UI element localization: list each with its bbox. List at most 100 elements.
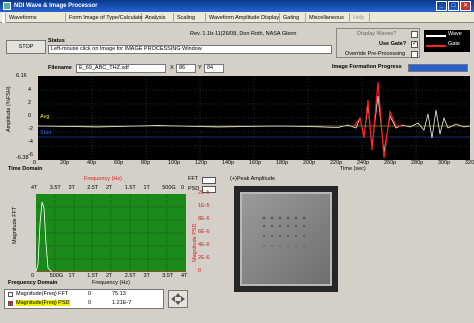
freq-bottom-tick: 4T	[181, 273, 188, 279]
tab-form-image[interactable]: Form Image of Type/Calculate	[66, 13, 143, 23]
freq-bottom-tick: 1.5T	[87, 273, 99, 279]
frequency-domain-plot: Frequency (Hz) 4T 3.5T 3T 2.5T 2T 1.5T 1T 500G 0…	[2, 174, 224, 286]
tab-miscellaneous[interactable]: Miscellaneous	[306, 13, 350, 23]
gate-trace	[353, 81, 402, 159]
freq-xlabel: Frequency (Hz)	[92, 280, 130, 286]
freq-top-tick: 3.5T	[49, 185, 61, 191]
time-ytick-bottom: -6.38	[16, 155, 29, 161]
override-checkbox[interactable]	[411, 51, 418, 58]
close-button[interactable]: ×	[460, 1, 471, 11]
freq-plot-area[interactable]	[36, 194, 186, 272]
time-xtick: 280p	[411, 160, 424, 166]
time-xtick: 120p	[195, 160, 208, 166]
time-xtick: 180p	[276, 160, 289, 166]
legend-row-fft[interactable]: Magnitude(Freq) FFT 0 75.13	[6, 291, 164, 299]
progress-label: Image Formation Progress	[332, 64, 402, 70]
freq-top-tick: 3T	[68, 185, 75, 191]
freq-bottom-tick: 1T	[68, 273, 75, 279]
time-grid	[38, 76, 470, 160]
time-xtick: 100p	[168, 160, 181, 166]
freq-grid	[36, 194, 186, 272]
freq-bottom-tick: 2T	[106, 273, 113, 279]
freq-top-tick: 4T	[31, 185, 38, 191]
revision-text: Rev. 1.1b-11(26/08, Don Roth, NASA Glenn	[190, 31, 297, 37]
filename-label: Filename	[48, 65, 72, 71]
freq-domain-title: Frequency Domain	[8, 280, 58, 286]
time-ytick: -2	[28, 126, 33, 132]
freq-svg	[36, 194, 186, 272]
freq-top-tick: 500G	[162, 185, 176, 191]
freq-top-tick: 0	[181, 185, 185, 191]
specimen-dots	[262, 216, 306, 247]
progress-fill	[409, 65, 467, 71]
stop-button[interactable]: STOP	[6, 40, 46, 54]
image-title: (+)Peak Amplitude	[230, 176, 276, 182]
legend-psd-name: Magnitude(Freq) PSD	[16, 300, 70, 306]
time-xtick: 40p	[87, 160, 97, 166]
time-xtick: 20p	[60, 160, 70, 166]
freq-right-tick: 2E-6	[198, 255, 210, 261]
tab-help[interactable]: Help	[350, 13, 370, 23]
override-label: Override Pre-Processing	[345, 51, 406, 57]
time-ytick: 2	[28, 100, 32, 106]
freq-bottom-tick: 3.5T	[162, 273, 174, 279]
fft-style-button[interactable]	[202, 177, 216, 184]
x-label: X	[170, 65, 174, 71]
image-frame[interactable]	[234, 186, 338, 292]
pan-icon	[171, 293, 185, 305]
tab-waveforms[interactable]: Waveforms	[6, 13, 66, 23]
legend-fft-col2: 75.13	[112, 291, 126, 297]
freq-right-tick: 2E-5	[198, 190, 210, 196]
wave-gate-legend: Wave Gate	[424, 30, 470, 52]
freq-bottom-tick: 3T	[143, 273, 150, 279]
time-domain-title: Time Domain	[8, 166, 43, 172]
legend-row-psd[interactable]: Magnitude(Freq) PSD 0 1.21E-7	[6, 300, 164, 308]
time-xtick: 200p	[303, 160, 316, 166]
wave-legend-label: Wave	[448, 31, 462, 37]
freq-top-tick: 2T	[106, 185, 113, 191]
legend-fft-col1: 0	[88, 291, 92, 297]
tab-gating[interactable]: Gating	[280, 13, 306, 23]
display-waves-checkbox[interactable]	[411, 31, 418, 38]
time-ytick: -6	[28, 152, 33, 158]
gate-swatch	[426, 45, 446, 47]
window-title: NDI Wave & Image Processor	[14, 3, 98, 9]
freq-right-tick: 6E-6	[198, 229, 210, 235]
freq-top-tick: 1.5T	[124, 185, 136, 191]
freq-bottom-tick: 500G	[49, 273, 64, 279]
status-field: Left-mouse click on Image for IMAGE PROC…	[48, 45, 332, 54]
tab-scaling[interactable]: Scaling	[174, 13, 206, 23]
freq-top-label: Frequency (Hz)	[84, 176, 122, 182]
freq-right-tick: 0	[198, 268, 202, 274]
freq-right-tick: 4E-6	[198, 242, 210, 248]
minimize-button[interactable]: _	[436, 1, 447, 11]
tab-waveform-amplitude-display[interactable]: Waveform Amplitude Display	[206, 13, 280, 23]
freq-left-ylabel: Magnitude FFT	[12, 206, 18, 244]
options-group: Display Waves? Use Gate? ✓ Override Pre-…	[336, 28, 420, 58]
peak-amplitude-image[interactable]	[240, 192, 332, 286]
peak-amplitude-panel: (+)Peak Amplitude	[228, 174, 344, 306]
fft-legend-swatch	[8, 292, 13, 297]
freq-bottom-tick: 2.5T	[124, 273, 136, 279]
time-xtick: 80p	[141, 160, 151, 166]
plot-palette[interactable]	[168, 290, 188, 308]
time-domain-plot: Amplitude (%FSH) 6.16 4 2 0 -2 -4 -6 -6.38	[2, 72, 474, 172]
psd-legend-swatch	[8, 301, 13, 306]
time-ytick: 4	[28, 87, 32, 93]
time-xtick: 140p	[222, 160, 235, 166]
avg-label: Avg	[40, 114, 50, 120]
time-waveform-svg	[38, 76, 470, 160]
use-gate-checkbox[interactable]: ✓	[411, 41, 418, 48]
time-xlabel: Time (sec)	[340, 166, 366, 172]
tab-analysis[interactable]: Analysis	[142, 13, 174, 23]
time-ytick-top: 6.16	[16, 73, 27, 79]
window-title-bar: NDI Wave & Image Processor _ □ ×	[0, 0, 474, 12]
maximize-button[interactable]: □	[448, 1, 459, 11]
main-panel: STOP Rev. 1.1b-11(26/08, Don Roth, NASA …	[2, 24, 474, 320]
gate-legend-label: Gate	[448, 41, 460, 47]
time-plot-area[interactable]: Avg Start	[38, 76, 470, 160]
status-label: Status	[48, 38, 65, 44]
freq-right-tick: 8E-6	[198, 216, 210, 222]
freq-bottom-tick: 0	[31, 273, 35, 279]
legend-psd-col1: 0	[88, 300, 92, 306]
